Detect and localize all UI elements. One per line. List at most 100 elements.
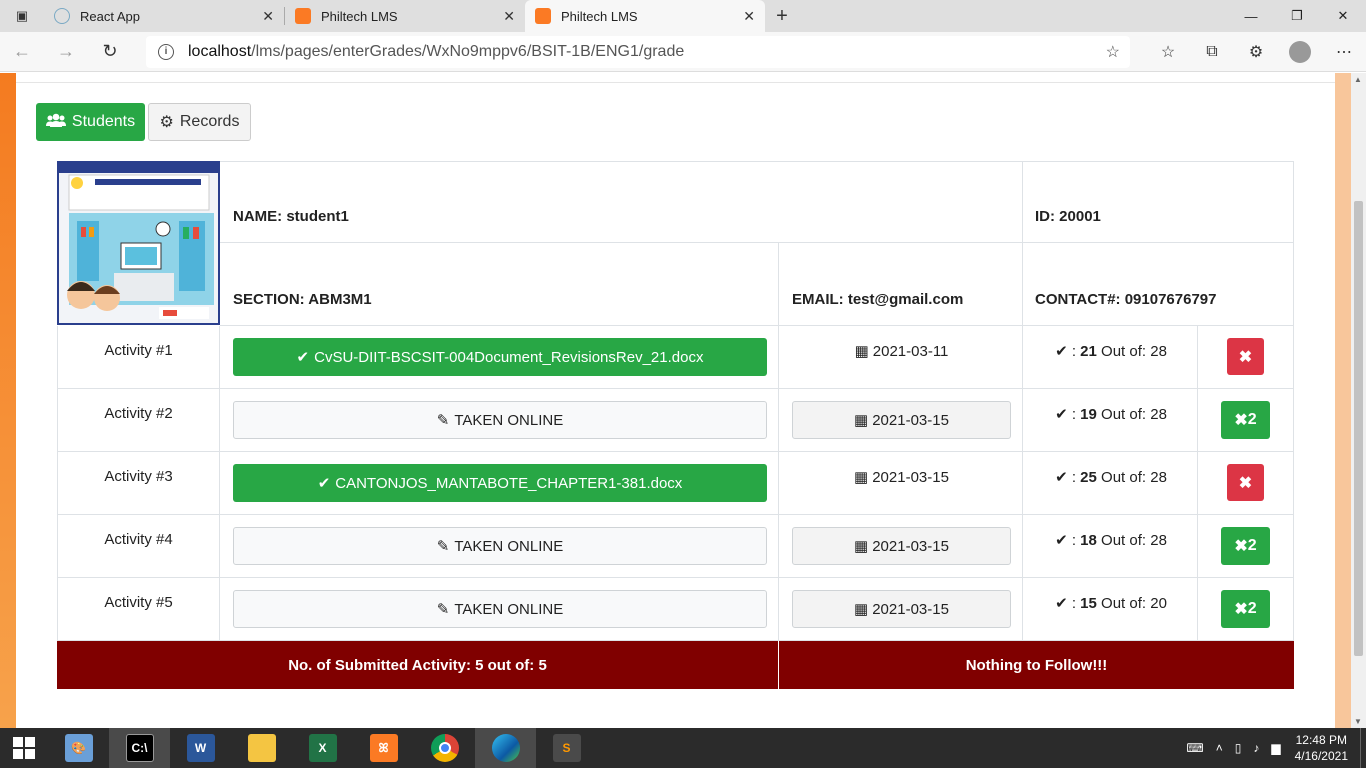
check-icon: ✔ bbox=[1055, 532, 1068, 549]
chevron-up-icon[interactable]: ˄ bbox=[1216, 741, 1223, 755]
edit-icon: ✎ bbox=[436, 538, 450, 555]
users-icon bbox=[45, 113, 66, 132]
add-favorite-icon[interactable]: ☆ bbox=[1106, 42, 1120, 62]
xampp-icon bbox=[535, 8, 551, 24]
more-icon[interactable]: ⋯ bbox=[1322, 32, 1366, 72]
close-icon: ✖ bbox=[1234, 412, 1248, 429]
activity-file-button[interactable]: ✎ TAKEN ONLINE bbox=[233, 590, 767, 628]
activity-score: ✔ : 21 Out of: 28 bbox=[1055, 343, 1167, 360]
activity-date-button[interactable]: ▦ 2021-03-15 bbox=[792, 401, 1011, 439]
taskbar-xampp[interactable]: ꕤ bbox=[353, 728, 414, 768]
close-icon[interactable]: ✕ bbox=[256, 8, 274, 25]
close-icon[interactable]: ✕ bbox=[497, 8, 515, 25]
submitted-count: No. of Submitted Activity: 5 out of: 5 bbox=[57, 641, 779, 689]
new-tab-button[interactable]: + bbox=[765, 0, 799, 32]
taskbar-sublime[interactable]: S bbox=[536, 728, 597, 768]
right-border bbox=[1335, 73, 1351, 728]
refresh-icon[interactable]: ↻ bbox=[88, 32, 132, 72]
file-name: TAKEN ONLINE bbox=[454, 411, 564, 429]
file-name: TAKEN ONLINE bbox=[454, 537, 564, 555]
file-name: CANTONJOS_MANTABOTE_CHAPTER1-381.docx bbox=[335, 474, 683, 492]
taskbar-edge[interactable] bbox=[475, 728, 536, 768]
show-desktop-button[interactable] bbox=[1360, 728, 1366, 768]
paint-icon: 🎨 bbox=[64, 734, 93, 762]
close-icon: ✖ bbox=[1234, 601, 1248, 618]
taskbar-cmd[interactable]: C:\ bbox=[109, 728, 170, 768]
minimize-icon[interactable]: — bbox=[1228, 0, 1274, 32]
profile-icon[interactable] bbox=[1278, 32, 1322, 72]
check-icon: ✔ bbox=[317, 475, 331, 492]
folder-icon bbox=[247, 734, 276, 762]
address-bar: ← → ↻ i localhost/lms/pages/enterGrades/… bbox=[0, 32, 1366, 72]
student-contact: CONTACT#: 09107676797 bbox=[1035, 291, 1217, 308]
file-name: TAKEN ONLINE bbox=[454, 600, 564, 618]
xampp-icon: ꕤ bbox=[369, 734, 398, 762]
x2-button[interactable]: ✖ 2 bbox=[1221, 527, 1270, 565]
x2-button[interactable]: ✖ 2 bbox=[1221, 401, 1270, 439]
browser-tab-bar: ▣ React App ✕ Philtech LMS ✕ Philtech LM… bbox=[0, 0, 1366, 32]
delete-button[interactable]: ✖ bbox=[1227, 338, 1264, 375]
close-icon: ✖ bbox=[1234, 538, 1248, 555]
edit-icon: ✎ bbox=[436, 601, 450, 618]
activity-score: ✔ : 15 Out of: 20 bbox=[1055, 595, 1167, 612]
cmd-icon: C:\ bbox=[125, 734, 154, 762]
taskbar-word[interactable]: W bbox=[170, 728, 231, 768]
windows-icon bbox=[13, 737, 35, 759]
scrollbar[interactable]: ▲ ▼ bbox=[1351, 73, 1366, 728]
activity-date-button[interactable]: ▦ 2021-03-15 bbox=[792, 527, 1011, 565]
extensions-icon[interactable]: ⚙ bbox=[1234, 32, 1278, 72]
browser-tab-philtech-active[interactable]: Philtech LMS ✕ bbox=[525, 0, 765, 32]
url-input[interactable]: i localhost/lms/pages/enterGrades/WxNo9m… bbox=[146, 36, 1130, 68]
tab-title: Philtech LMS bbox=[321, 8, 398, 24]
tab-actions-icon[interactable]: ▣ bbox=[0, 0, 44, 32]
taskbar-chrome[interactable] bbox=[414, 728, 475, 768]
excel-icon: X bbox=[308, 734, 337, 762]
cogs-icon: ⚙ bbox=[159, 114, 174, 131]
edit-icon: ✎ bbox=[436, 412, 450, 429]
collections-icon[interactable]: ⧉ bbox=[1190, 32, 1234, 72]
browser-tab-react-app[interactable]: React App ✕ bbox=[44, 0, 284, 32]
activity-file-button[interactable]: ✔ CANTONJOS_MANTABOTE_CHAPTER1-381.docx bbox=[233, 464, 767, 502]
keyboard-icon[interactable]: ⌨ bbox=[1186, 741, 1203, 755]
activity-date-button[interactable]: ▦ 2021-03-15 bbox=[792, 590, 1011, 628]
students-button[interactable]: Students bbox=[36, 103, 145, 141]
browser-tab-philtech-1[interactable]: Philtech LMS ✕ bbox=[285, 0, 525, 32]
clock-time: 12:48 PM bbox=[1295, 733, 1347, 747]
delete-button[interactable]: ✖ bbox=[1227, 464, 1264, 501]
taskbar-explorer[interactable] bbox=[231, 728, 292, 768]
activity-file-button[interactable]: ✎ TAKEN ONLINE bbox=[233, 401, 767, 439]
activity-label: Activity #3 bbox=[104, 468, 173, 485]
calendar-icon: ▦ bbox=[854, 538, 869, 555]
back-icon[interactable]: ← bbox=[0, 32, 44, 72]
taskbar-paint[interactable]: 🎨 bbox=[48, 728, 109, 768]
speaker-icon[interactable]: ♪ bbox=[1253, 741, 1259, 755]
student-id: ID: 20001 bbox=[1035, 208, 1101, 225]
student-section: SECTION: ABM3M1 bbox=[233, 291, 372, 308]
network-icon[interactable]: ▆ bbox=[1271, 741, 1280, 755]
start-button[interactable] bbox=[0, 728, 48, 768]
clock[interactable]: 12:48 PM 4/16/2021 bbox=[1295, 732, 1348, 764]
window-close-icon[interactable]: ✕ bbox=[1320, 0, 1366, 32]
close-icon: ✖ bbox=[1238, 348, 1253, 366]
close-icon[interactable]: ✕ bbox=[737, 8, 755, 25]
check-icon: ✔ bbox=[1055, 406, 1068, 423]
records-button[interactable]: ⚙ Records bbox=[148, 103, 251, 141]
favorites-icon[interactable]: ☆ bbox=[1146, 32, 1190, 72]
check-icon: ✔ bbox=[1055, 595, 1068, 612]
activity-label: Activity #2 bbox=[104, 405, 173, 422]
close-icon: ✖ bbox=[1238, 474, 1253, 492]
calendar-icon: ▦ bbox=[854, 343, 869, 360]
calendar-icon: ▦ bbox=[854, 469, 869, 486]
forward-icon[interactable]: → bbox=[44, 32, 88, 72]
windows-taskbar: 🎨 C:\ W X ꕤ S ⌨ ˄ ▯ ♪ ▆ 12:48 PM 4/16/20… bbox=[0, 728, 1366, 768]
taskbar-excel[interactable]: X bbox=[292, 728, 353, 768]
calendar-icon: ▦ bbox=[854, 601, 869, 618]
activity-file-button[interactable]: ✔ CvSU-DIIT-BSCSIT-004Document_RevisionsR… bbox=[233, 338, 767, 376]
restore-icon[interactable]: ❐ bbox=[1274, 0, 1320, 32]
summary-footer: No. of Submitted Activity: 5 out of: 5 N… bbox=[57, 641, 1294, 689]
activity-score: ✔ : 19 Out of: 28 bbox=[1055, 406, 1167, 423]
x2-button[interactable]: ✖ 2 bbox=[1221, 590, 1270, 628]
battery-icon[interactable]: ▯ bbox=[1235, 741, 1242, 755]
activity-file-button[interactable]: ✎ TAKEN ONLINE bbox=[233, 527, 767, 565]
info-icon[interactable]: i bbox=[158, 44, 174, 60]
